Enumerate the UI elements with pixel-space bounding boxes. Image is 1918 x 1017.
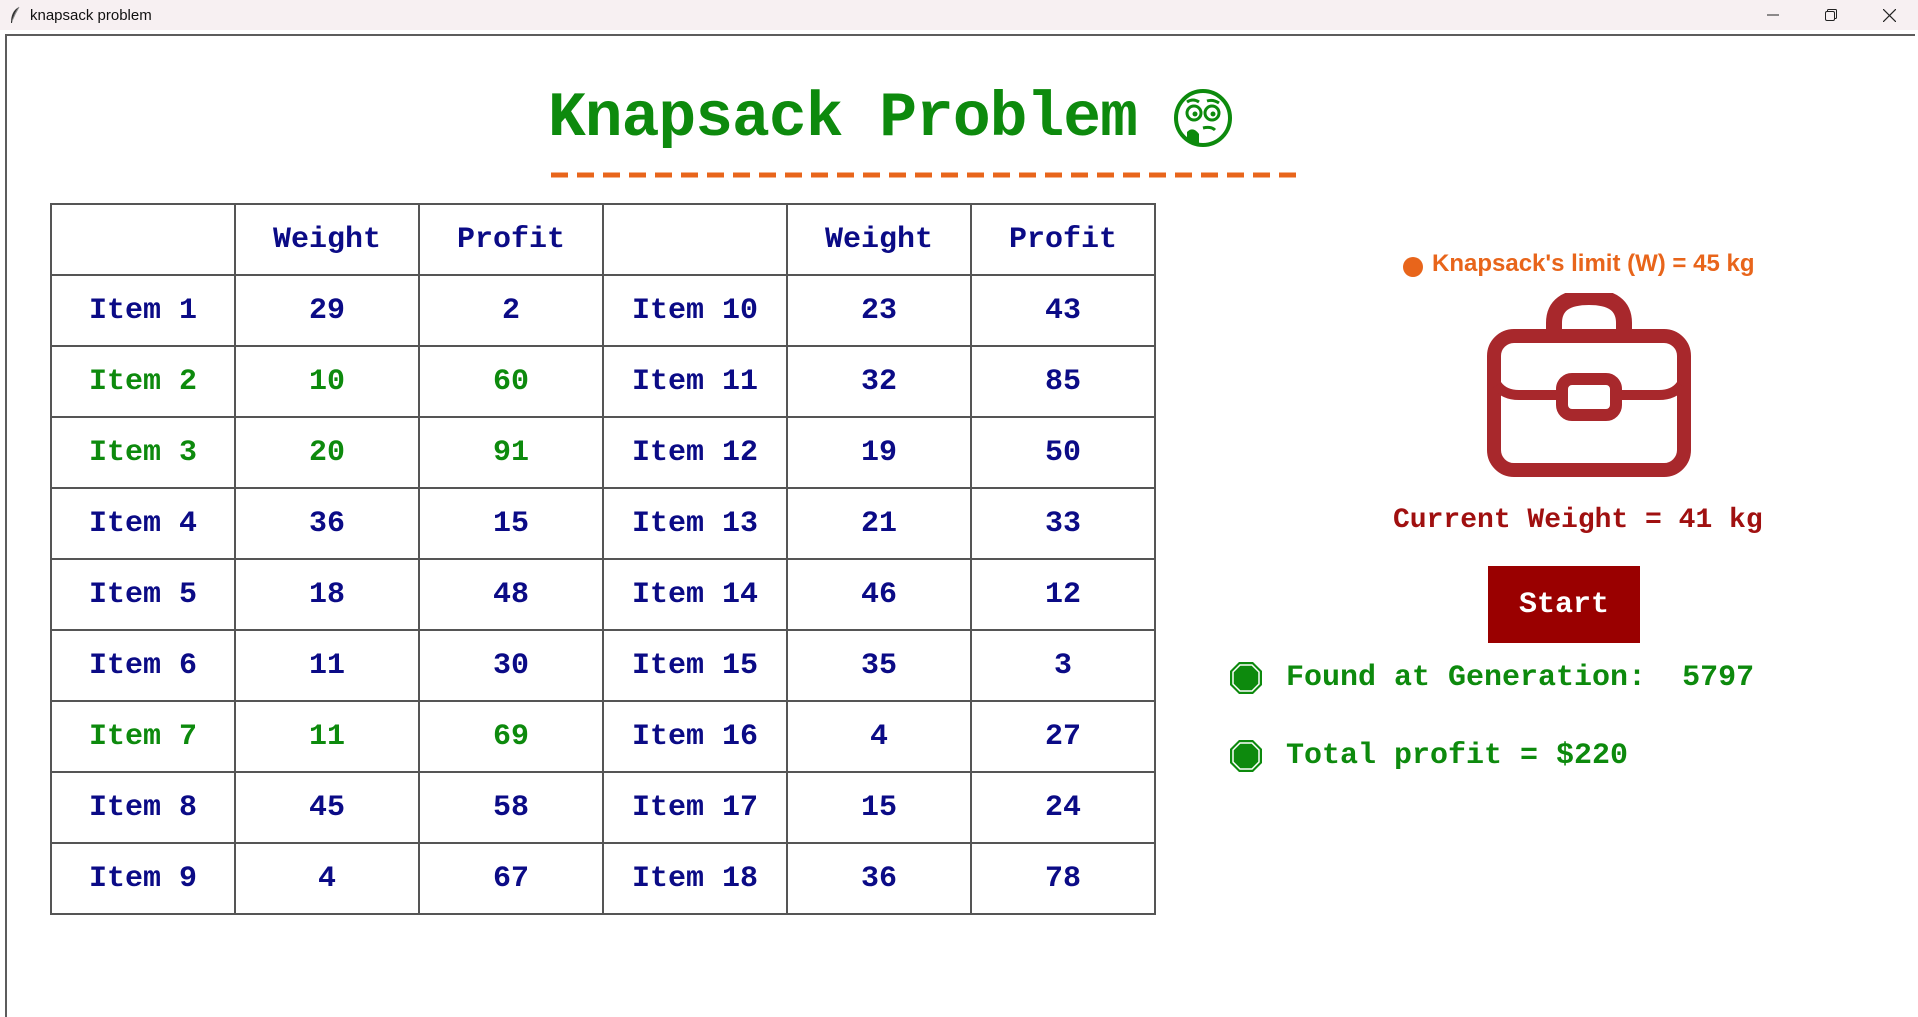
item-name-cell: Item 3 [50,416,236,489]
weight-cell: 29 [234,274,420,347]
weight-cell: 23 [786,274,972,347]
profit-result: Total profit = $220 [1228,738,1628,774]
profit-cell: 58 [418,771,604,844]
profit-cell: 33 [970,487,1156,560]
profit-cell: 78 [970,842,1156,915]
item-name-cell: Item 16 [602,700,788,773]
item-name-cell: Item 18 [602,842,788,915]
item-name-cell: Item 15 [602,629,788,702]
restore-icon [1825,9,1837,21]
restore-button[interactable] [1802,0,1860,30]
weight-cell: 10 [234,345,420,418]
generation-label: Found at Generation: 5797 [1286,661,1755,695]
profit-cell: 43 [970,274,1156,347]
profit-cell: 24 [970,771,1156,844]
window-titlebar: knapsack problem [0,0,1918,30]
close-button[interactable] [1860,0,1918,30]
profit-cell: 67 [418,842,604,915]
title-underline [551,172,1297,178]
weight-cell: 36 [234,487,420,560]
weight-cell: 32 [786,345,972,418]
profit-cell: 48 [418,558,604,631]
item-name-cell: Item 2 [50,345,236,418]
table-header-cell [50,203,236,276]
current-weight-label: Current Weight = 41 kg [1393,505,1763,536]
item-name-cell: Item 6 [50,629,236,702]
profit-cell: 15 [418,487,604,560]
weight-cell: 45 [234,771,420,844]
weight-cell: 11 [234,629,420,702]
knapsack-limit: Knapsack's limit (W) = 45 kg [1402,250,1754,278]
weight-cell: 46 [786,558,972,631]
minimize-button[interactable] [1744,0,1802,30]
green-octagon-icon [1230,740,1262,772]
item-name-cell: Item 12 [602,416,788,489]
table-row: Item 3 20 91 Item 12 19 50 [50,416,1156,489]
item-name-cell: Item 11 [602,345,788,418]
item-name-cell: Item 17 [602,771,788,844]
page-title: Knapsack Problem [548,82,1138,154]
weight-cell: 11 [234,700,420,773]
table-row: Item 9 4 67 Item 18 36 78 [50,842,1156,915]
window-title: knapsack problem [30,6,152,24]
minimize-icon [1767,14,1779,16]
profit-cell: 12 [970,558,1156,631]
table-header-cell: Weight [234,203,420,276]
feather-icon [0,0,30,30]
table-row: Item 2 10 60 Item 11 32 85 [50,345,1156,418]
weight-cell: 20 [234,416,420,489]
knapsack-limit-label: Knapsack's limit (W) = 45 kg [1432,250,1755,277]
table-row: Item 5 18 48 Item 14 46 12 [50,558,1156,631]
table-row: Item 1 29 2 Item 10 23 43 [50,274,1156,347]
item-name-cell: Item 8 [50,771,236,844]
weight-cell: 21 [786,487,972,560]
item-name-cell: Item 4 [50,487,236,560]
table-row: Item 6 11 30 Item 15 35 3 [50,629,1156,702]
profit-cell: 3 [970,629,1156,702]
profit-cell: 2 [418,274,604,347]
orange-dot-icon [1403,257,1423,277]
briefcase-icon [1487,293,1691,477]
item-name-cell: Item 7 [50,700,236,773]
profit-cell: 91 [418,416,604,489]
item-name-cell: Item 13 [602,487,788,560]
weight-cell: 19 [786,416,972,489]
close-icon [1882,8,1896,22]
weight-cell: 4 [234,842,420,915]
profit-cell: 50 [970,416,1156,489]
thinking-face-icon [1173,89,1232,147]
weight-cell: 36 [786,842,972,915]
table-header-cell: Profit [418,203,604,276]
table-header-cell: Weight [786,203,972,276]
table-header-row: Weight Profit Weight Profit [50,203,1156,276]
item-name-cell: Item 5 [50,558,236,631]
item-name-cell: Item 14 [602,558,788,631]
profit-cell: 60 [418,345,604,418]
item-name-cell: Item 9 [50,842,236,915]
page-heading: Knapsack Problem [548,80,1233,156]
weight-cell: 15 [786,771,972,844]
weight-cell: 35 [786,629,972,702]
profit-cell: 27 [970,700,1156,773]
generation-result: Found at Generation: 5797 [1228,660,1754,696]
item-name-cell: Item 10 [602,274,788,347]
table-header-cell [602,203,788,276]
table-row: Item 4 36 15 Item 13 21 33 [50,487,1156,560]
weight-cell: 18 [234,558,420,631]
green-octagon-icon [1230,662,1262,694]
profit-cell: 30 [418,629,604,702]
profit-cell: 85 [970,345,1156,418]
table-header-cell: Profit [970,203,1156,276]
items-table: Weight Profit Weight Profit Item 1 29 2 … [50,203,1156,915]
item-name-cell: Item 1 [50,274,236,347]
profit-cell: 69 [418,700,604,773]
total-profit-label: Total profit = $220 [1286,739,1629,773]
table-row: Item 8 45 58 Item 17 15 24 [50,771,1156,844]
weight-cell: 4 [786,700,972,773]
table-row: Item 7 11 69 Item 16 4 27 [50,700,1156,773]
start-button[interactable]: Start [1488,566,1640,643]
window-controls [1744,0,1918,30]
